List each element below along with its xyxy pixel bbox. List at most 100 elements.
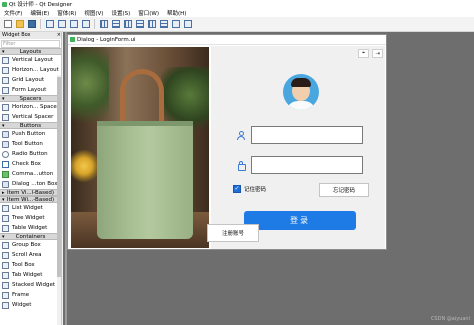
password-input[interactable] [251,156,363,174]
watermark: CSDN @aiyuanl [430,316,470,322]
remember-password-checkbox[interactable]: ✓ 记住密码 [233,185,266,193]
username-row [231,126,363,144]
tree-widget-icon [2,214,9,222]
tab-widget-icon [2,271,9,279]
widget-item[interactable]: Group Box [0,240,61,250]
frame-icon [2,291,9,299]
widget-item[interactable]: List Widget [0,203,61,213]
menu-settings[interactable]: 设置(S) [107,9,134,17]
radio-button-icon [2,150,9,158]
qt-app-icon [2,1,7,7]
avatar-hair [291,78,311,87]
widget-item[interactable]: Push Button [0,129,61,139]
widget-item[interactable]: Tool Box [0,260,61,270]
lock-icon [237,161,246,171]
widget-item[interactable]: Frame [0,290,61,300]
stacked-widget-icon [2,281,9,289]
widget-box-scrollbar[interactable] [57,75,61,325]
close-icon[interactable]: × [57,32,61,39]
tote-bag-image [71,47,209,248]
section-item-views[interactable]: ▸ Item Vi...l-Based) [0,189,61,196]
widget-item[interactable]: Dialog ...ton Box [0,179,61,189]
main-toolbar [0,17,474,32]
widget-item[interactable]: Check Box [0,159,61,169]
break-layout-icon[interactable] [170,19,181,30]
menu-help[interactable]: 帮助(H) [163,9,190,17]
scrollbar-thumb[interactable] [57,77,61,277]
widget-item[interactable]: Horizon... Layout [0,65,61,75]
vertical-spacer-icon [2,113,9,121]
login-panel: ⌖ ⇥ ✓ 记住密码 忘记密码 登录 [211,46,385,249]
dialog-button-box-icon [2,180,9,188]
login-button[interactable]: 登录 [244,211,356,230]
section-buttons[interactable]: ▾ Buttons [0,122,61,129]
qt-designer-window: Qt 设计师 - Qt Designer 文件(F) 编辑(E) 窗体(R) 视… [0,0,474,325]
register-button[interactable]: 注册账号 [207,224,259,242]
forgot-password-button[interactable]: 忘记密码 [319,183,369,197]
open-folder-icon[interactable] [14,19,25,30]
section-spacers[interactable]: ▾ Spacers [0,95,61,102]
widget-item[interactable]: Scroll Area [0,250,61,260]
section-layouts[interactable]: ▾ Layouts [0,48,61,55]
exit-icon[interactable]: ⇥ [372,49,383,58]
widget-item[interactable]: Comma...utton [0,169,61,179]
lock-icon-box [231,156,251,174]
adjust-size-icon[interactable] [182,19,193,30]
widget-filter-input[interactable]: Filter [1,40,60,48]
widget-item[interactable]: Tree Widget [0,213,61,223]
dialog-title: Dialog - LoginForm.ui [77,36,136,43]
checkbox-checked-icon: ✓ [233,185,241,193]
group-box-icon [2,241,9,249]
table-widget-icon [2,224,9,232]
section-containers[interactable]: ▾ Containers [0,233,61,240]
widget-item[interactable]: Grid Layout [0,75,61,85]
bag-shape [97,121,193,239]
dialog-title-bar: Dialog - LoginForm.ui [68,35,386,45]
avatar [283,74,319,110]
layout-splitter-v-icon[interactable] [134,19,145,30]
menu-file[interactable]: 文件(F) [0,9,26,17]
save-icon[interactable] [26,19,37,30]
menu-form[interactable]: 窗体(R) [53,9,80,17]
tool-button-icon [2,140,9,148]
widget-item[interactable]: Horizon... Spacer [0,102,61,112]
pin-icon[interactable]: ⌖ [358,49,369,58]
layout-splitter-h-icon[interactable] [122,19,133,30]
widget-item[interactable]: Radio Button [0,149,61,159]
password-row [231,156,363,174]
chevron-down-icon: ▾ [2,197,5,203]
edit-taborder-icon[interactable] [80,19,91,30]
bag-rim-shape [97,121,193,126]
widget-item[interactable]: Tab Widget [0,270,61,280]
menu-bar: 文件(F) 编辑(E) 窗体(R) 视图(V) 设置(S) 窗口(W) 帮助(H… [0,8,474,17]
user-icon-box [231,126,251,144]
widget-item[interactable]: Widget [0,300,61,310]
login-dialog-form: Dialog - LoginForm.ui ⌖ ⇥ ✓ 记住密码 忘记密码 登录 [67,34,387,250]
horizontal-spacer-icon [2,103,9,111]
layout-horizontal-icon[interactable] [98,19,109,30]
layout-form-icon[interactable] [158,19,169,30]
widget-item[interactable]: Stacked Widget [0,280,61,290]
chevron-down-icon: ▾ [2,234,5,240]
username-input[interactable] [251,126,363,144]
avatar-shirt [286,101,316,110]
edit-widgets-icon[interactable] [44,19,55,30]
tool-box-icon [2,261,9,269]
widget-item[interactable]: Tool Button [0,139,61,149]
chevron-down-icon: ▾ [2,123,5,129]
remember-password-label: 记住密码 [244,187,267,193]
widget-item[interactable]: Form Layout [0,85,61,95]
menu-view[interactable]: 视图(V) [80,9,107,17]
new-file-icon[interactable] [2,19,13,30]
edit-buddies-icon[interactable] [68,19,79,30]
layout-grid-icon[interactable] [146,19,157,30]
menu-edit[interactable]: 编辑(E) [26,9,53,17]
layout-vertical-icon[interactable] [110,19,121,30]
edit-signals-icon[interactable] [56,19,67,30]
widget-item[interactable]: Table Widget [0,223,61,233]
widget-item[interactable]: Vertical Spacer [0,112,61,122]
menu-window[interactable]: 窗口(W) [134,9,163,17]
widget-item[interactable]: Vertical Layout [0,55,61,65]
form-layout-icon [2,86,9,94]
section-item-widgets[interactable]: ▾ Item Wi...-Based) [0,196,61,203]
